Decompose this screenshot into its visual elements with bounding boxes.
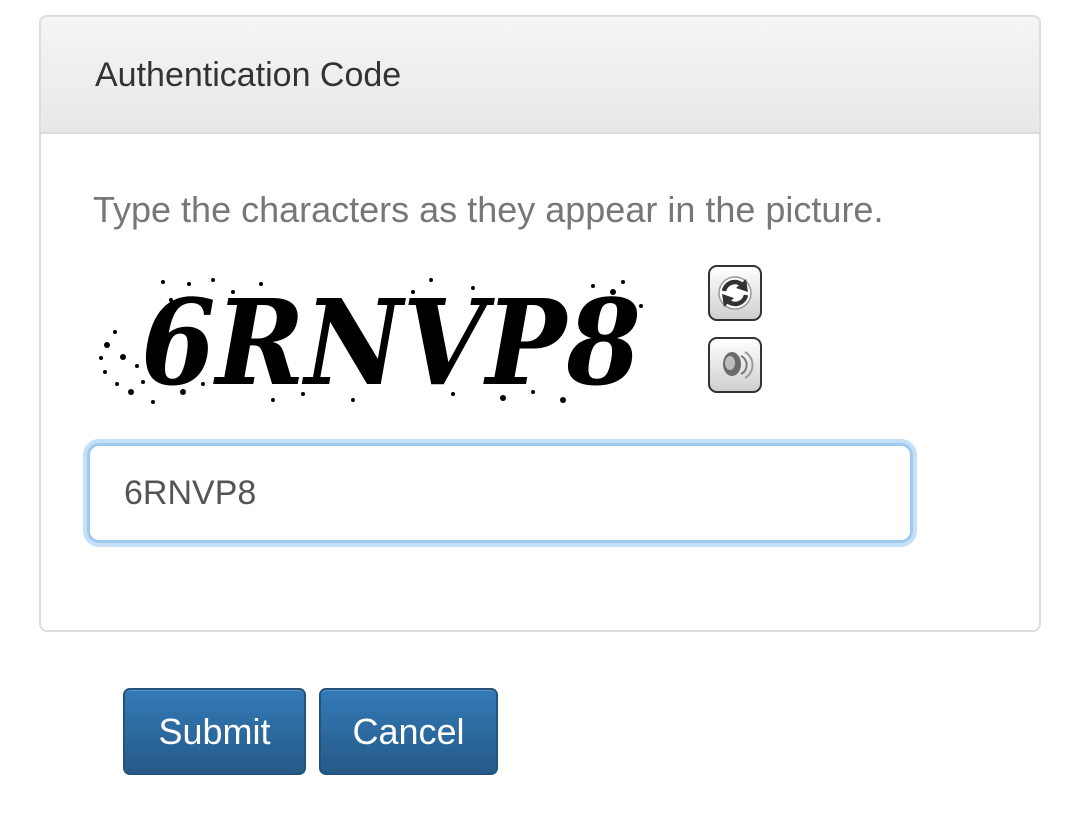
captcha-code-input[interactable] [87,443,913,543]
panel-title: Authentication Code [95,56,402,94]
captcha-image: 6RNVP8 [93,262,648,407]
speaker-icon [723,351,754,379]
audio-captcha-button[interactable] [708,337,762,393]
refresh-icon [718,276,752,310]
captcha-instruction: Type the characters as they appear in th… [93,189,884,230]
panel-heading: Authentication Code [41,17,1039,134]
submit-button[interactable]: Submit [123,688,306,775]
refresh-captcha-button[interactable] [708,265,762,321]
cancel-button[interactable]: Cancel [319,688,498,775]
captcha-text: 6RNVP8 [141,273,641,407]
